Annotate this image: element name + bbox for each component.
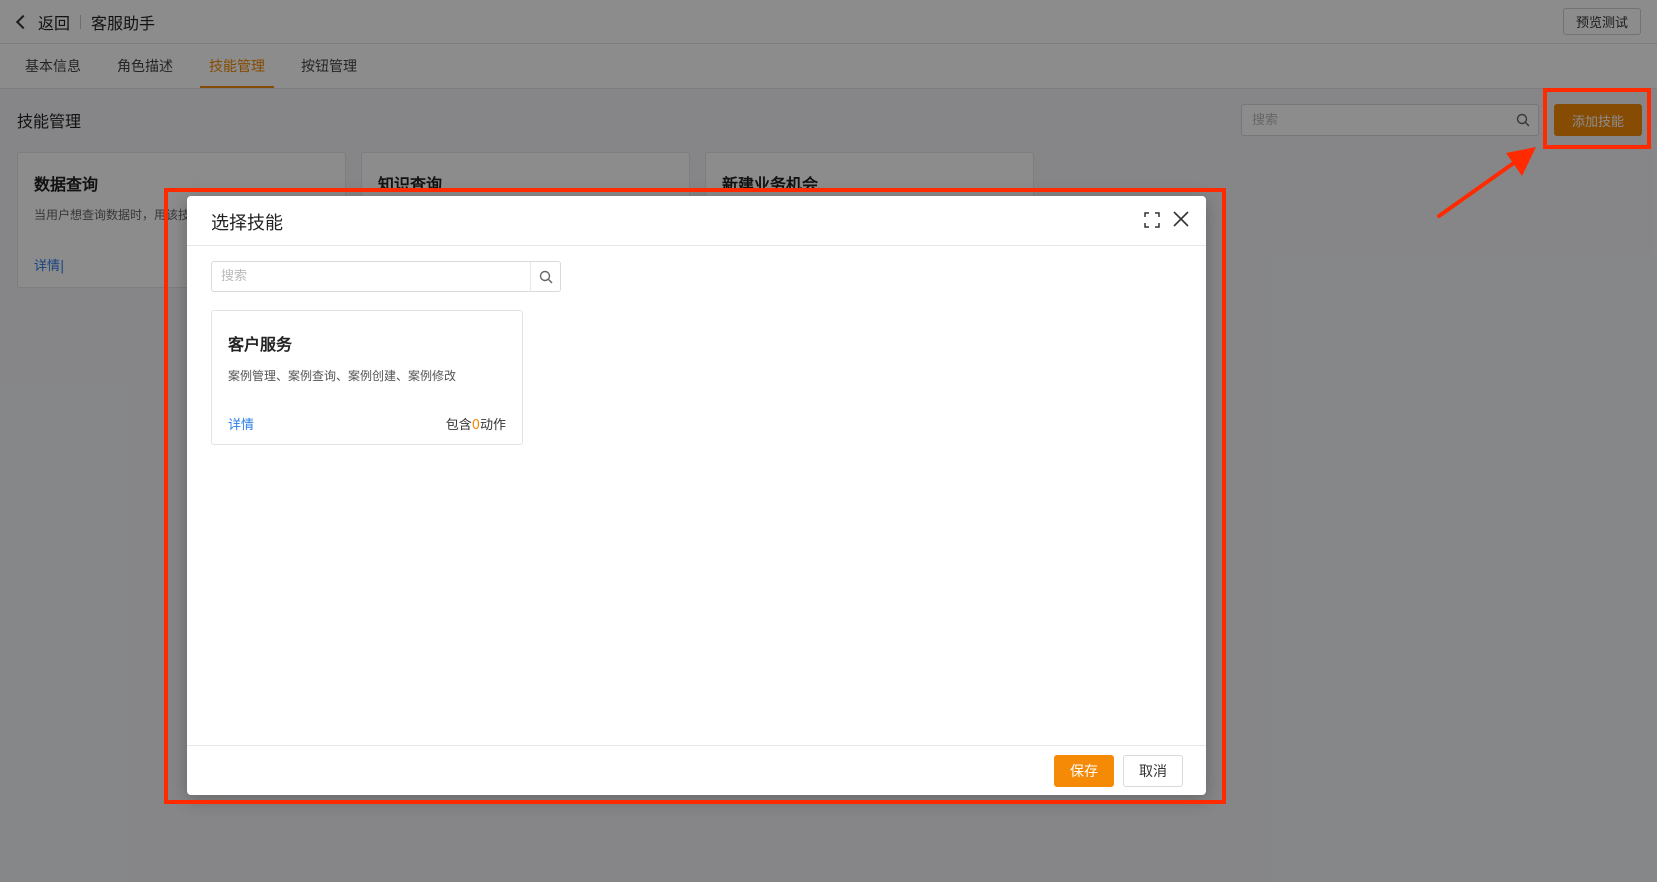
annotation-box-add-skill xyxy=(1543,88,1651,149)
page: 返回 客服助手 预览测试 基本信息 角色描述 技能管理 按钮管理 技能管理 添加… xyxy=(0,0,1657,882)
arrow-annotation xyxy=(1437,147,1536,218)
annotation-box-modal xyxy=(164,188,1226,804)
